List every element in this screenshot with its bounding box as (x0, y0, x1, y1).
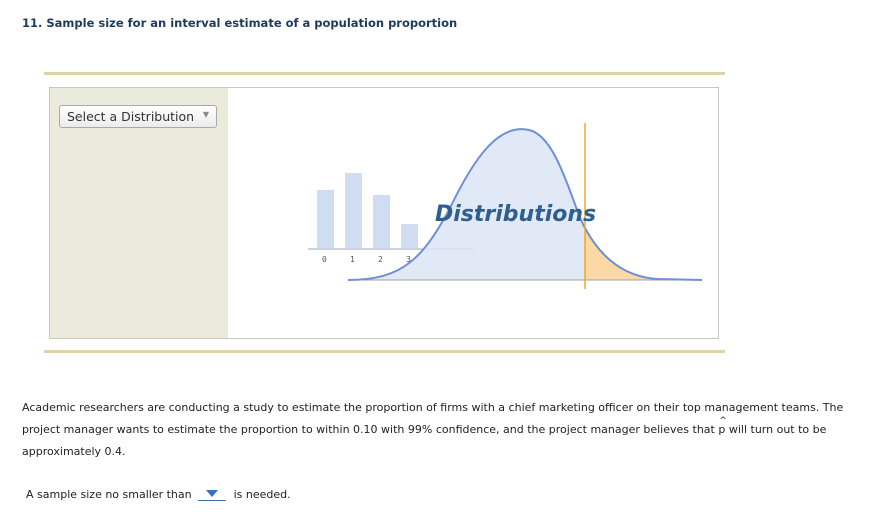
tick-1: 1 (350, 255, 355, 264)
bar-1 (345, 173, 362, 248)
distribution-select[interactable]: Select a Distribution ▼ (59, 105, 217, 128)
answer-suffix: is needed. (233, 488, 291, 501)
top-divider (44, 72, 725, 75)
answer-line: A sample size no smaller than is needed. (26, 488, 291, 501)
distributions-splash-graphic: 0 1 2 3 Distributions (308, 123, 703, 289)
tick-2: 2 (378, 255, 383, 264)
tick-0: 0 (322, 255, 327, 264)
answer-prefix: A sample size no smaller than (26, 488, 192, 501)
bottom-divider (44, 350, 725, 353)
problem-statement: Academic researchers are conducting a st… (22, 397, 872, 463)
tail-fill (585, 228, 658, 280)
chevron-down-icon: ▼ (202, 110, 209, 119)
sample-size-dropdown[interactable] (197, 488, 226, 501)
bar-2 (373, 195, 390, 248)
distribution-tool-panel: Select a Distribution ▼ 0 1 2 3 Distribu… (49, 87, 719, 339)
bar-3 (401, 224, 418, 248)
bar-0 (317, 190, 334, 248)
distributions-splash-text: Distributions (435, 202, 596, 227)
tool-sidebar: Select a Distribution ▼ (50, 88, 228, 338)
distribution-graphic-area: 0 1 2 3 Distributions (228, 88, 718, 338)
distribution-select-label: Select a Distribution (67, 109, 195, 124)
dropdown-arrow-icon (205, 490, 218, 497)
question-title: 11. Sample size for an interval estimate… (22, 16, 458, 30)
p-hat-symbol: p (718, 410, 727, 441)
